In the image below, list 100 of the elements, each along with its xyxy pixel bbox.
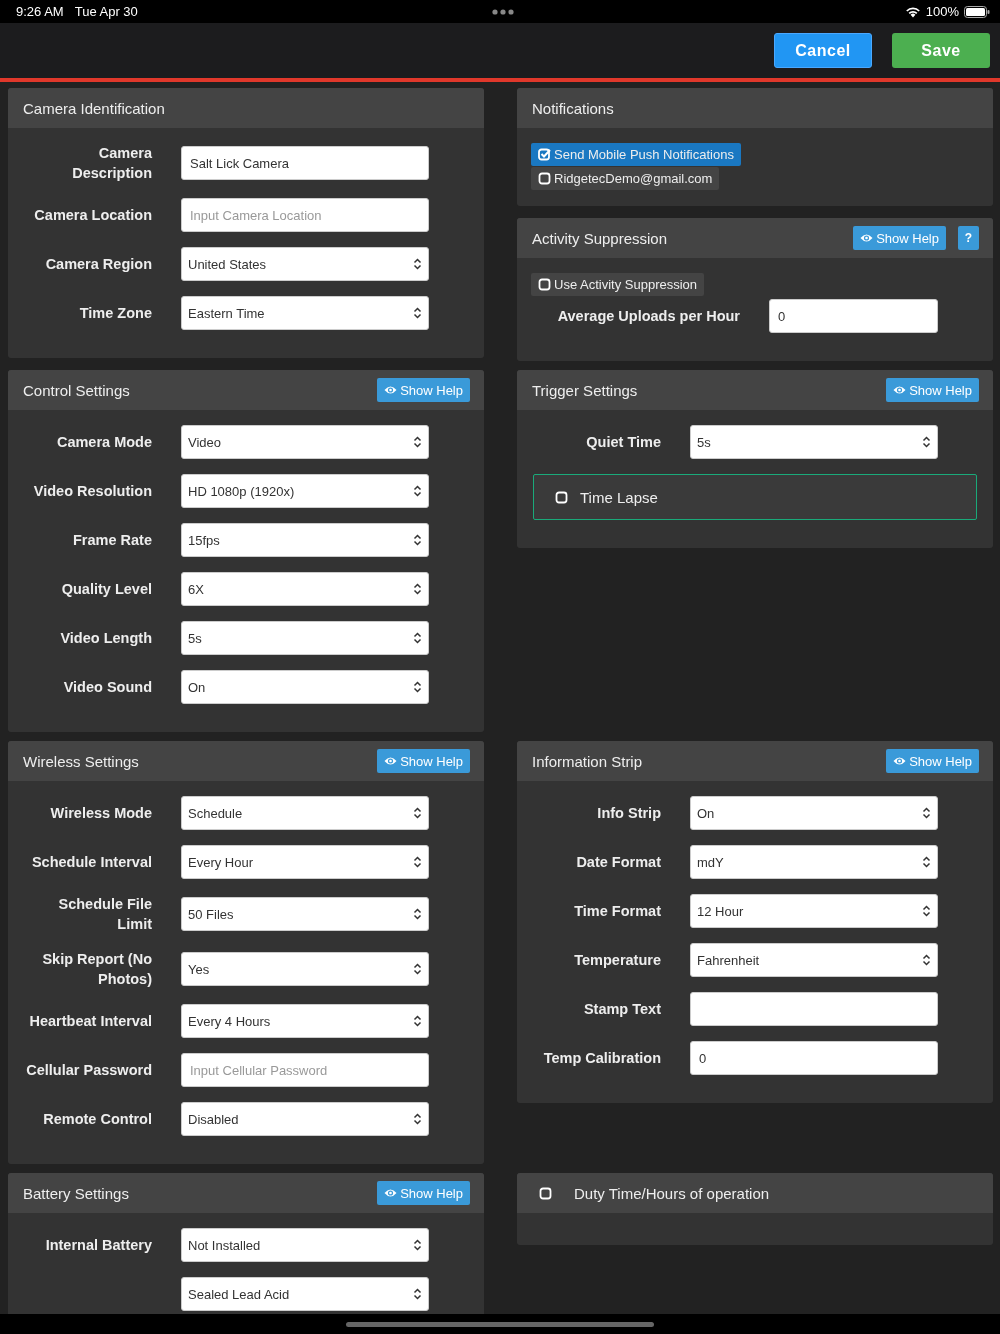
field-label: Skip Report (No Photos) [42, 951, 152, 987]
updown-chevron-icon [413, 1288, 422, 1300]
input-field[interactable]: 0 [769, 299, 938, 333]
field-label: Video Sound [63, 679, 152, 695]
field-label: Video Resolution [33, 483, 152, 499]
dropdown[interactable]: mdY [690, 845, 938, 879]
panel-title: Notifications [532, 99, 614, 117]
input-field[interactable]: Input Camera Location [181, 198, 429, 232]
field-label: Stamp Text [583, 1001, 661, 1017]
input-field[interactable]: Input Cellular Password [181, 1053, 429, 1087]
dropdown[interactable]: Disabled [181, 1102, 429, 1136]
eye-icon [893, 756, 907, 766]
updown-chevron-icon [922, 807, 931, 819]
field-label: Date Format [576, 854, 661, 870]
panel-title: Information Strip [532, 752, 643, 770]
checkbox-toggle[interactable]: RidgetecDemo@gmail.com [531, 167, 720, 190]
updown-chevron-icon [413, 436, 422, 448]
field-label: Info Strip [597, 805, 661, 821]
checkbox-toggle[interactable]: Send Mobile Push Notifications [531, 143, 741, 166]
battery-percent: 100% [925, 4, 959, 19]
dropdown[interactable]: Every Hour [181, 845, 429, 879]
field-label: Wireless Mode [50, 805, 152, 821]
dropdown[interactable]: 12 Hour [690, 894, 938, 928]
dropdown[interactable]: 6X [181, 572, 429, 606]
eye-icon [860, 233, 874, 243]
updown-chevron-icon [413, 632, 422, 644]
status-time: 9:26 AM [16, 4, 64, 19]
dropdown[interactable]: 15fps [181, 523, 429, 557]
input-field[interactable] [690, 992, 938, 1026]
dropdown[interactable]: 50 Files [181, 897, 429, 931]
field-label: Time Format [574, 903, 661, 919]
panel-title: Camera Identification [23, 99, 165, 117]
updown-chevron-icon [922, 905, 931, 917]
updown-chevron-icon [413, 1113, 422, 1125]
wifi-icon [904, 5, 921, 18]
updown-chevron-icon [413, 856, 422, 868]
input-field[interactable]: 0 [690, 1041, 938, 1075]
dropdown[interactable]: Video [181, 425, 429, 459]
checkbox-icon [538, 278, 551, 291]
checkbox-icon [538, 172, 551, 185]
updown-chevron-icon [413, 583, 422, 595]
field-label: Average Uploads per Hour [557, 308, 740, 324]
field-label: Internal Battery [45, 1237, 152, 1253]
updown-chevron-icon [413, 307, 422, 319]
eye-icon [893, 385, 907, 395]
panel-title: Trigger Settings [532, 381, 638, 399]
panel-title: Duty Time/Hours of operation [574, 1184, 770, 1202]
multitask-dots-icon [492, 8, 514, 15]
field-label: Camera Region [45, 256, 152, 272]
dropdown[interactable]: 5s [690, 425, 938, 459]
field-label: Video Length [60, 630, 152, 646]
updown-chevron-icon [413, 807, 422, 819]
updown-chevron-icon [922, 954, 931, 966]
updown-chevron-icon [922, 436, 931, 448]
panel-title: Battery Settings [23, 1184, 129, 1202]
updown-chevron-icon [413, 963, 422, 975]
updown-chevron-icon [413, 1239, 422, 1251]
field-label: Remote Control [43, 1111, 152, 1127]
updown-chevron-icon [413, 681, 422, 693]
field-label: Schedule File Limit [58, 896, 152, 932]
field-label: Camera Mode [56, 434, 152, 450]
panel-title: Control Settings [23, 381, 130, 399]
dropdown[interactable]: Sealed Lead Acid [181, 1277, 429, 1311]
checkbox-toggle[interactable]: Use Activity Suppression [531, 273, 705, 296]
input-field[interactable]: Salt Lick Camera [181, 146, 429, 180]
field-label: Quality Level [61, 581, 152, 597]
dropdown[interactable]: 5s [181, 621, 429, 655]
option-label: Time Lapse [580, 488, 658, 506]
field-label: Frame Rate [73, 532, 152, 548]
panel-title: Activity Suppression [532, 229, 668, 247]
updown-chevron-icon [413, 1015, 422, 1027]
dropdown[interactable]: Not Installed [181, 1228, 429, 1262]
status-date: Tue Apr 30 [74, 4, 138, 19]
updown-chevron-icon [413, 908, 422, 920]
option-box[interactable]: Time Lapse [533, 474, 977, 520]
updown-chevron-icon [413, 534, 422, 546]
dropdown[interactable]: On [181, 670, 429, 704]
dropdown[interactable]: HD 1080p (1920x) [181, 474, 429, 508]
eye-icon [384, 385, 398, 395]
dropdown[interactable]: United States [181, 247, 429, 281]
dropdown[interactable]: On [690, 796, 938, 830]
field-label: Temp Calibration [543, 1050, 661, 1066]
checkbox-checked-icon [538, 148, 551, 161]
dropdown[interactable]: Eastern Time [181, 296, 429, 330]
field-label: Quiet Time [586, 434, 661, 450]
field-label: Temperature [574, 952, 661, 968]
dropdown[interactable]: Yes [181, 952, 429, 986]
dropdown[interactable]: Every 4 Hours [181, 1004, 429, 1038]
updown-chevron-icon [413, 258, 422, 270]
dropdown[interactable]: Schedule [181, 796, 429, 830]
eye-icon [384, 1188, 398, 1198]
battery-icon [964, 5, 990, 18]
field-label: Camera Description [72, 145, 152, 181]
updown-chevron-icon [413, 485, 422, 497]
field-label: Time Zone [79, 305, 152, 321]
field-label: Camera Location [34, 207, 152, 223]
eye-icon [384, 756, 398, 766]
field-label: Schedule Interval [31, 854, 152, 870]
dropdown[interactable]: Fahrenheit [690, 943, 938, 977]
updown-chevron-icon [922, 856, 931, 868]
